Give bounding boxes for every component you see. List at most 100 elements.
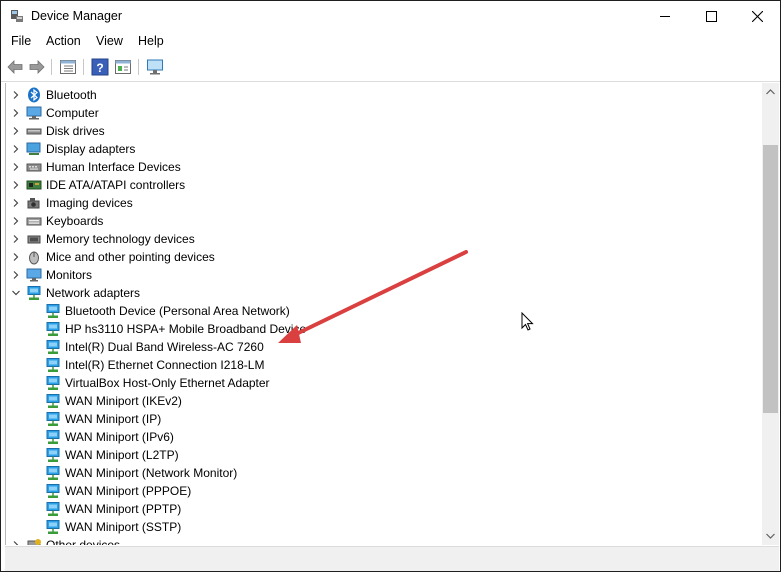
tree-category[interactable]: Human Interface Devices [13, 158, 181, 176]
network-adapter-label: WAN Miniport (L2TP) [65, 448, 179, 462]
network-adapter-item[interactable]: WAN Miniport (IP) [45, 410, 161, 428]
tree-category-label: Bluetooth [46, 88, 97, 102]
network-adapter-icon [46, 448, 60, 462]
scroll-down-icon[interactable] [766, 533, 775, 539]
show-hide-console-tree-button[interactable] [58, 57, 78, 77]
close-button[interactable] [734, 1, 780, 31]
network-adapter-item[interactable]: WAN Miniport (IKEv2) [45, 392, 182, 410]
chevron-right-icon[interactable] [11, 90, 21, 100]
network-adapter-icon [46, 304, 60, 318]
scan-hardware-changes-button[interactable] [145, 57, 165, 77]
tree-category-label: Human Interface Devices [46, 160, 181, 174]
chevron-right-icon[interactable] [11, 540, 21, 545]
device-manager-window: Device Manager File Action View Help ? B… [0, 0, 781, 572]
chevron-down-icon[interactable] [11, 288, 21, 298]
device-tree[interactable]: Bluetooth Computer Disk drives Display adap… [5, 83, 763, 545]
toolbar-separator [51, 59, 52, 75]
tree-category[interactable]: Monitors [13, 266, 93, 284]
properties-button[interactable] [113, 57, 133, 77]
network-adapter-icon [46, 412, 60, 426]
network-adapter-item[interactable]: HP hs3110 HSPA+ Mobile Broadband Device [45, 320, 306, 338]
tree-category[interactable]: Other devices [13, 536, 120, 545]
network-adapter-label: WAN Miniport (Network Monitor) [65, 466, 238, 480]
tree-category-label: Monitors [46, 268, 93, 282]
keyboard-icon [26, 217, 42, 226]
toolbar-separator [138, 59, 139, 75]
network-adapter-item[interactable]: WAN Miniport (L2TP) [45, 446, 179, 464]
tree-category-label: Memory technology devices [46, 232, 195, 246]
minimize-button[interactable] [642, 1, 688, 31]
menu-file[interactable]: File [11, 34, 31, 48]
network-adapter-icon [46, 358, 60, 372]
tree-category[interactable]: Imaging devices [13, 194, 133, 212]
tree-category[interactable]: Disk drives [13, 122, 105, 140]
network-adapter-label: HP hs3110 HSPA+ Mobile Broadband Device [65, 322, 307, 336]
chevron-right-icon[interactable] [11, 216, 21, 226]
vertical-scroll-thumb[interactable] [763, 145, 778, 413]
close-icon [751, 10, 763, 22]
title-bar[interactable]: Device Manager [1, 1, 780, 31]
tree-category[interactable]: Bluetooth [13, 86, 97, 104]
network-adapter-item[interactable]: Bluetooth Device (Personal Area Network) [45, 302, 290, 320]
scroll-up-icon[interactable] [766, 89, 775, 95]
network-adapter-item[interactable]: WAN Miniport (IPv6) [45, 428, 174, 446]
chevron-right-icon[interactable] [11, 234, 21, 244]
chevron-right-icon[interactable] [11, 108, 21, 118]
network-adapter-item[interactable]: Intel(R) Dual Band Wireless-AC 7260 [45, 338, 264, 356]
tree-category-label: Disk drives [46, 124, 105, 138]
maximize-button[interactable] [688, 1, 734, 31]
network-adapter-icon [46, 394, 60, 408]
chevron-right-icon[interactable] [11, 252, 21, 262]
other-devices-icon [27, 539, 41, 545]
tree-category-label: Mice and other pointing devices [46, 250, 215, 264]
device-manager-app-icon [11, 10, 23, 22]
network-adapter-label: Bluetooth Device (Personal Area Network) [65, 304, 290, 318]
network-adapter-item[interactable]: WAN Miniport (PPPOE) [45, 482, 191, 500]
window-title: Device Manager [31, 9, 123, 23]
network-adapter-label: VirtualBox Host-Only Ethernet Adapter [65, 376, 270, 390]
maximize-icon [705, 10, 717, 22]
network-adapter-item[interactable]: VirtualBox Host-Only Ethernet Adapter [45, 374, 270, 392]
tree-category[interactable]: IDE ATA/ATAPI controllers [13, 176, 186, 194]
network-adapter-item[interactable]: Intel(R) Ethernet Connection I218-LM [45, 356, 264, 374]
chevron-right-icon[interactable] [11, 198, 21, 208]
menu-help[interactable]: Help [138, 34, 164, 48]
chevron-right-icon[interactable] [11, 126, 21, 136]
chevron-right-icon[interactable] [11, 144, 21, 154]
chevron-right-icon[interactable] [11, 270, 21, 280]
computer-icon [26, 106, 42, 120]
tree-category[interactable]: Mice and other pointing devices [13, 248, 215, 266]
mouse-cursor-icon [521, 312, 534, 331]
network-adapter-label: WAN Miniport (SSTP) [65, 520, 182, 534]
tree-category-label: Computer [46, 106, 99, 120]
network-adapter-label: WAN Miniport (IP) [65, 412, 162, 426]
menu-view[interactable]: View [96, 34, 123, 48]
tree-category[interactable]: Computer [13, 104, 99, 122]
tree-category[interactable]: Memory technology devices [13, 230, 195, 248]
network-adapter-item[interactable]: WAN Miniport (SSTP) [45, 518, 181, 536]
tree-category[interactable]: Keyboards [13, 212, 103, 230]
tree-category[interactable]: Network adapters [12, 284, 140, 302]
hid-icon [26, 163, 42, 172]
menu-action[interactable]: Action [46, 34, 81, 48]
tree-category[interactable]: Display adapters [13, 140, 135, 158]
back-button[interactable] [5, 57, 25, 77]
help-button[interactable]: ? [90, 57, 110, 77]
network-adapter-icon [46, 430, 60, 444]
disk-drive-icon [26, 128, 42, 135]
svg-text:?: ? [96, 61, 103, 75]
minimize-icon [659, 15, 670, 17]
tree-category-label: IDE ATA/ATAPI controllers [46, 178, 186, 192]
memory-icon [27, 235, 41, 244]
network-adapter-label: WAN Miniport (PPPOE) [65, 484, 192, 498]
network-adapter-label: WAN Miniport (IPv6) [65, 430, 174, 444]
vertical-scrollbar[interactable] [762, 83, 779, 545]
chevron-right-icon[interactable] [11, 180, 21, 190]
network-adapter-icon [46, 520, 60, 534]
network-adapter-item[interactable]: WAN Miniport (PPTP) [45, 500, 181, 518]
network-adapter-item[interactable]: WAN Miniport (Network Monitor) [45, 464, 237, 482]
bluetooth-icon [28, 87, 40, 103]
tree-category-label: Imaging devices [46, 196, 133, 210]
chevron-right-icon[interactable] [11, 162, 21, 172]
forward-button[interactable] [27, 57, 47, 77]
